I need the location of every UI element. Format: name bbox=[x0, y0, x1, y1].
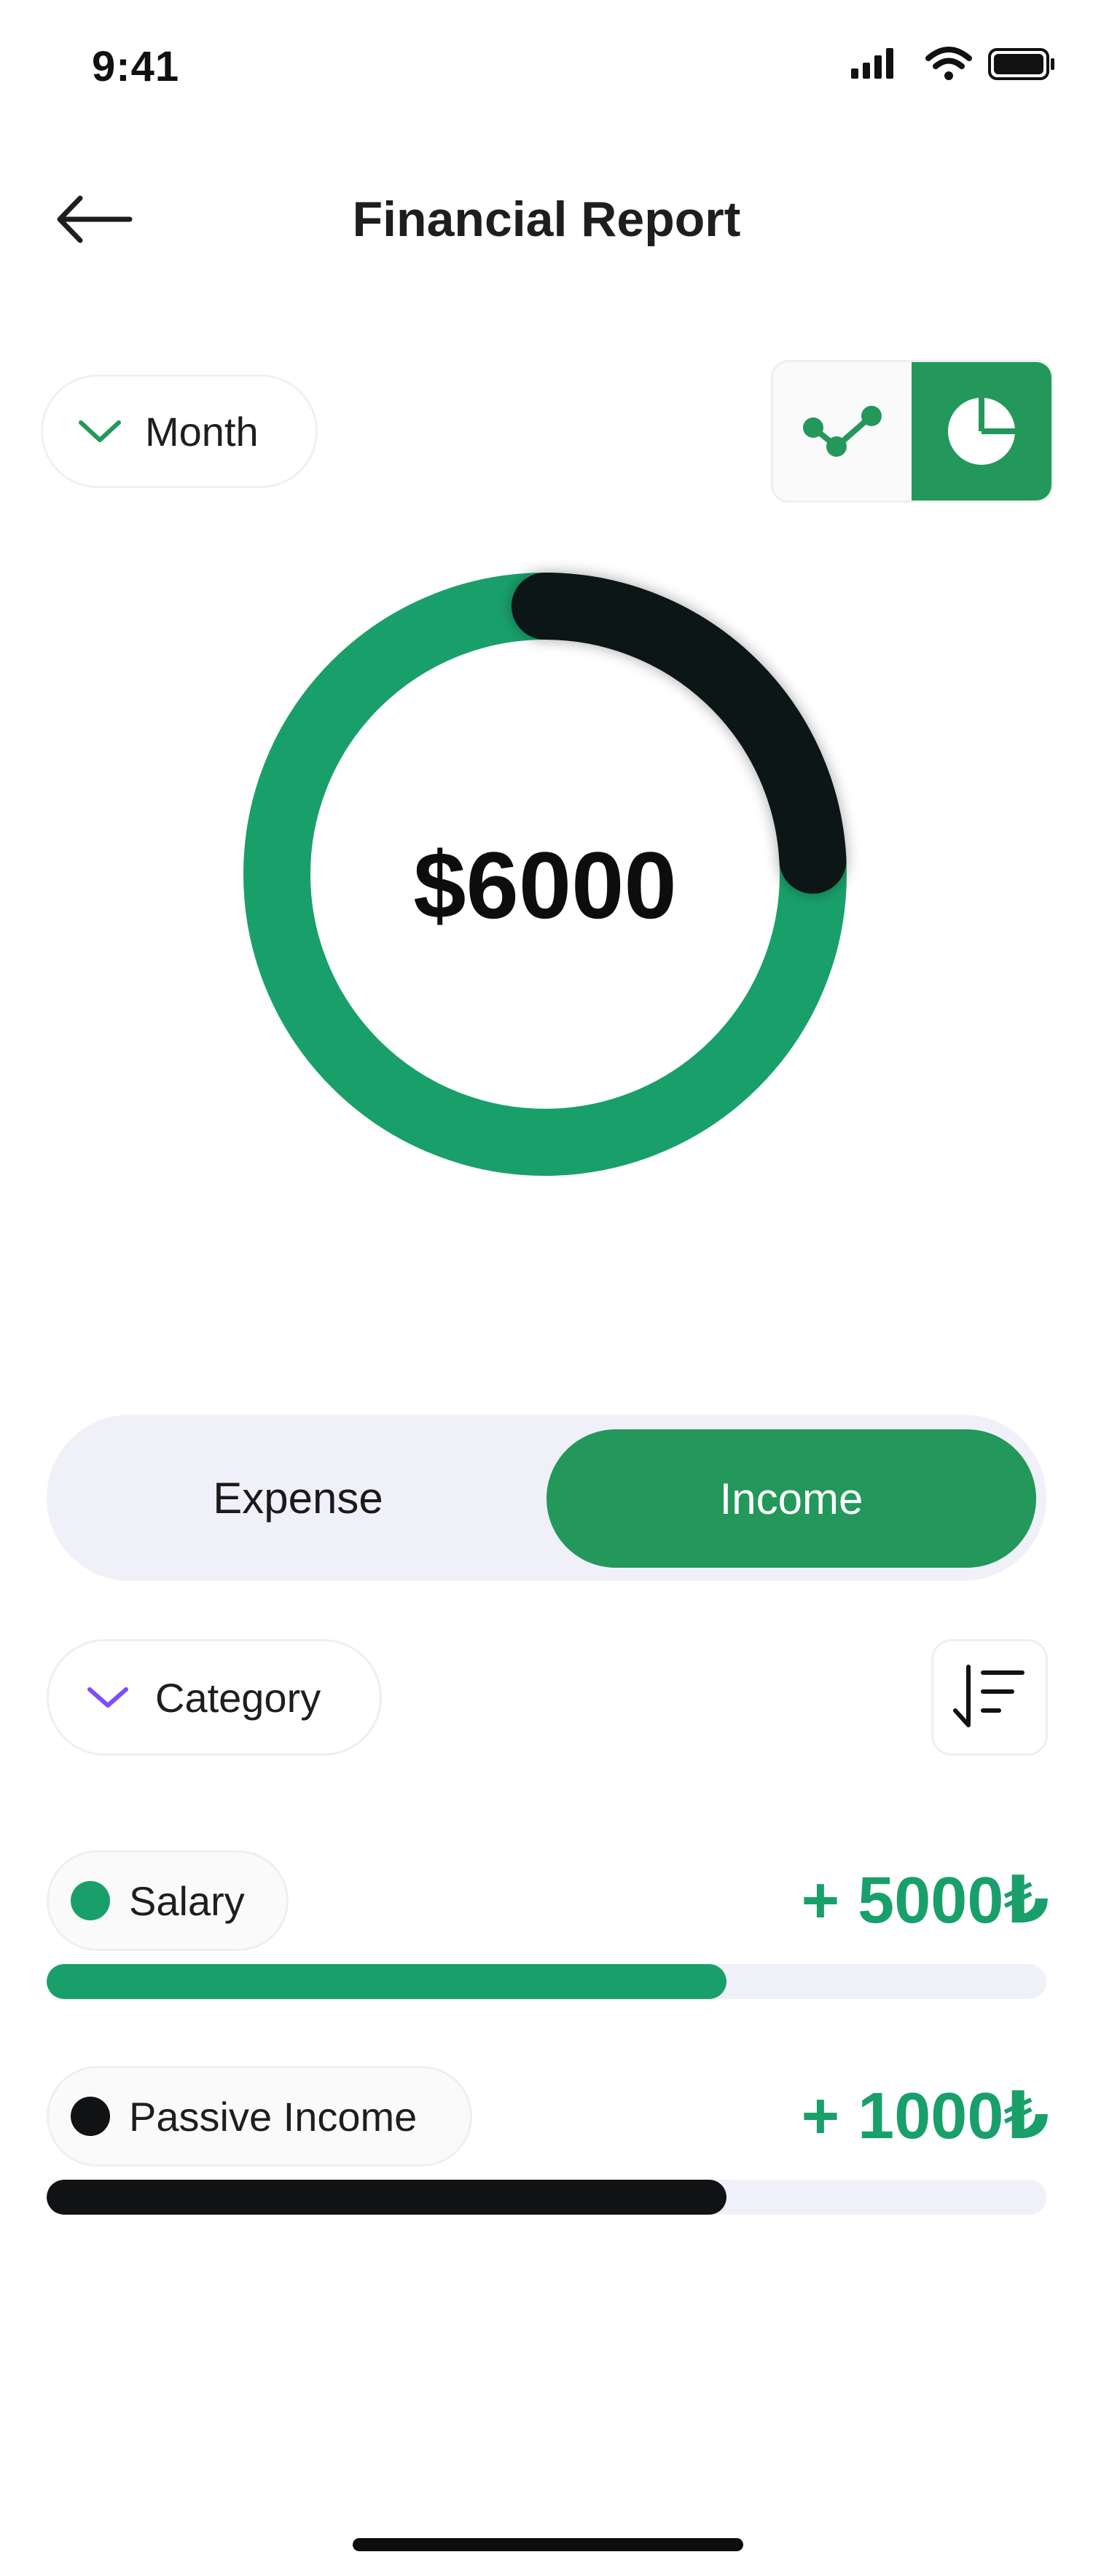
cellular-signal-icon bbox=[851, 48, 893, 79]
category-progress-fill bbox=[47, 1964, 726, 1999]
status-icons bbox=[851, 47, 1054, 80]
pie-chart-toggle[interactable] bbox=[912, 362, 1051, 500]
category-color-dot bbox=[71, 2097, 110, 2136]
status-time: 9:41 bbox=[92, 43, 180, 90]
chart-type-toggle bbox=[771, 360, 1054, 503]
category-dropdown[interactable]: Category bbox=[47, 1639, 382, 1756]
category-color-dot bbox=[71, 1881, 110, 1920]
sort-icon bbox=[953, 1665, 1025, 1727]
period-dropdown[interactable]: Month bbox=[41, 374, 318, 488]
donut-total: $6000 bbox=[413, 832, 677, 938]
category-progress-track bbox=[47, 2180, 1046, 2215]
home-indicator bbox=[353, 2538, 743, 2551]
category-progress-track bbox=[47, 1964, 1046, 1999]
sort-button[interactable] bbox=[931, 1639, 1048, 1756]
chevron-down-icon bbox=[87, 1687, 128, 1708]
category-chip-salary[interactable]: Salary bbox=[47, 1850, 289, 1951]
line-chart-toggle[interactable] bbox=[773, 362, 912, 500]
category-label: Salary bbox=[129, 1877, 245, 1924]
battery-icon bbox=[988, 48, 1054, 80]
category-label: Passive Income bbox=[129, 2093, 418, 2140]
category-dropdown-label: Category bbox=[155, 1674, 321, 1721]
income-tab[interactable]: Income bbox=[546, 1429, 1036, 1568]
period-dropdown-label: Month bbox=[145, 408, 259, 455]
category-amount: + 5000₺ bbox=[801, 1864, 1049, 1937]
chevron-down-icon bbox=[79, 420, 121, 442]
category-amount: + 1000₺ bbox=[801, 2080, 1049, 2153]
wifi-icon bbox=[925, 47, 972, 80]
expense-tab[interactable]: Expense bbox=[47, 1415, 549, 1581]
category-chip-passive-income[interactable]: Passive Income bbox=[47, 2066, 472, 2167]
category-progress-fill bbox=[47, 2180, 726, 2215]
line-chart-icon bbox=[803, 406, 882, 457]
pie-chart-icon bbox=[948, 398, 1015, 465]
donut-slice-passive-income bbox=[512, 573, 847, 894]
page-title: Financial Report bbox=[352, 192, 741, 247]
